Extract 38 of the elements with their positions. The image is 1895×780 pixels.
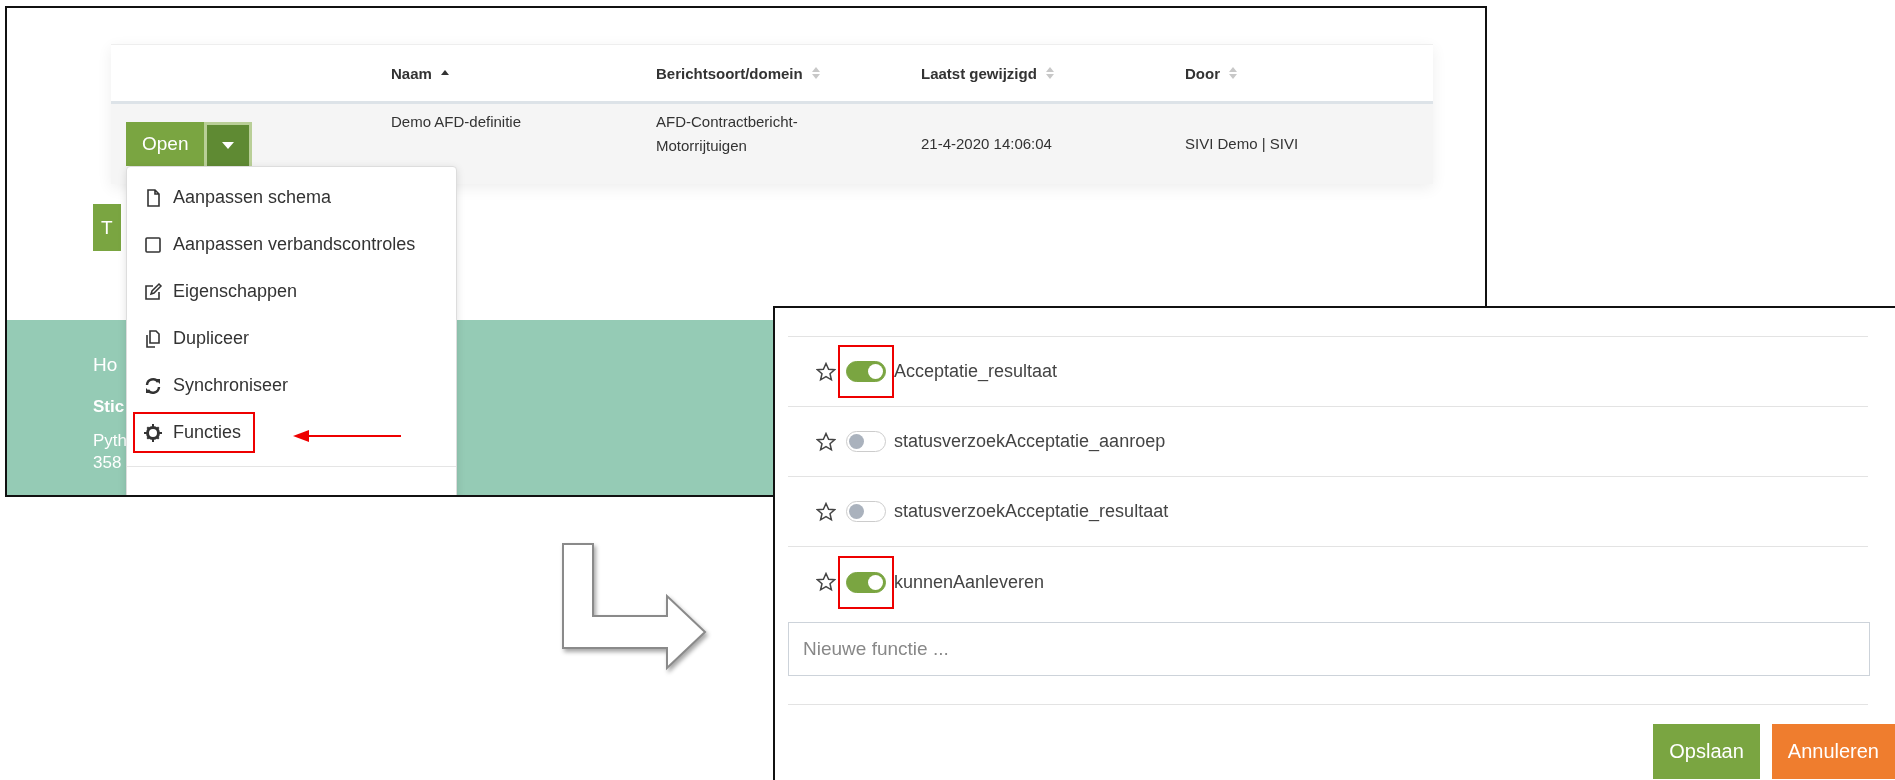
column-header[interactable]: Laatst gewijzigd [921,64,1037,82]
column-header[interactable]: Naam [391,64,432,82]
menu-item[interactable]: Aanpassen verbandscontroles [133,224,430,265]
toggle-switch[interactable] [846,361,886,382]
function-name: kunnenAanleveren [894,571,1045,593]
menu-item[interactable]: Eigenschappen [133,271,312,312]
square-icon [143,234,163,255]
toggle-switch[interactable] [846,501,886,522]
table-cell-text: Demo AFD-definitie [391,112,523,132]
toggle-switch[interactable] [846,431,886,452]
sync-icon [143,375,163,396]
table-cell-text: SIVI Demo | SIVI [1185,134,1300,154]
star-icon[interactable] [816,361,836,382]
star-icon[interactable] [816,572,836,592]
new-function-field[interactable]: Nieuwe functie ... [788,622,1870,676]
toggle-switch[interactable] [846,571,886,593]
star-icon[interactable] [816,501,836,522]
table-cell-text: 21-4-2020 14:06:04 [921,134,1053,154]
caret-icon [222,142,235,149]
column-header[interactable]: Berichtsoort/domein [656,64,803,82]
menu-item[interactable]: Functies [133,412,256,453]
function-name: Acceptatie_resultaat [894,361,1058,382]
star-icon[interactable] [816,431,836,452]
footer-text: Stic [93,396,125,418]
menu-item[interactable]: Aanpassen schema [133,177,346,218]
table-cell-text: AFD-Contractbericht-Motorrijtuigen [656,112,799,156]
footer-text: 358 [93,452,122,474]
footer-text: Ho [93,354,118,376]
menu-item[interactable]: Dupliceer [133,318,264,359]
function-name: statusverzoekAcceptatie_aanroep [894,431,1166,452]
copy-icon [143,328,163,349]
footer-text: Pyth [93,430,128,452]
menu-item[interactable]: Synchroniseer [133,365,303,406]
pencil-square-icon [143,281,163,302]
function-name: statusverzoekAcceptatie_resultaat [894,501,1169,522]
column-header[interactable]: Door [1185,64,1220,82]
dropdown-toggle-button[interactable] [204,122,253,169]
settings-icon [143,422,163,443]
